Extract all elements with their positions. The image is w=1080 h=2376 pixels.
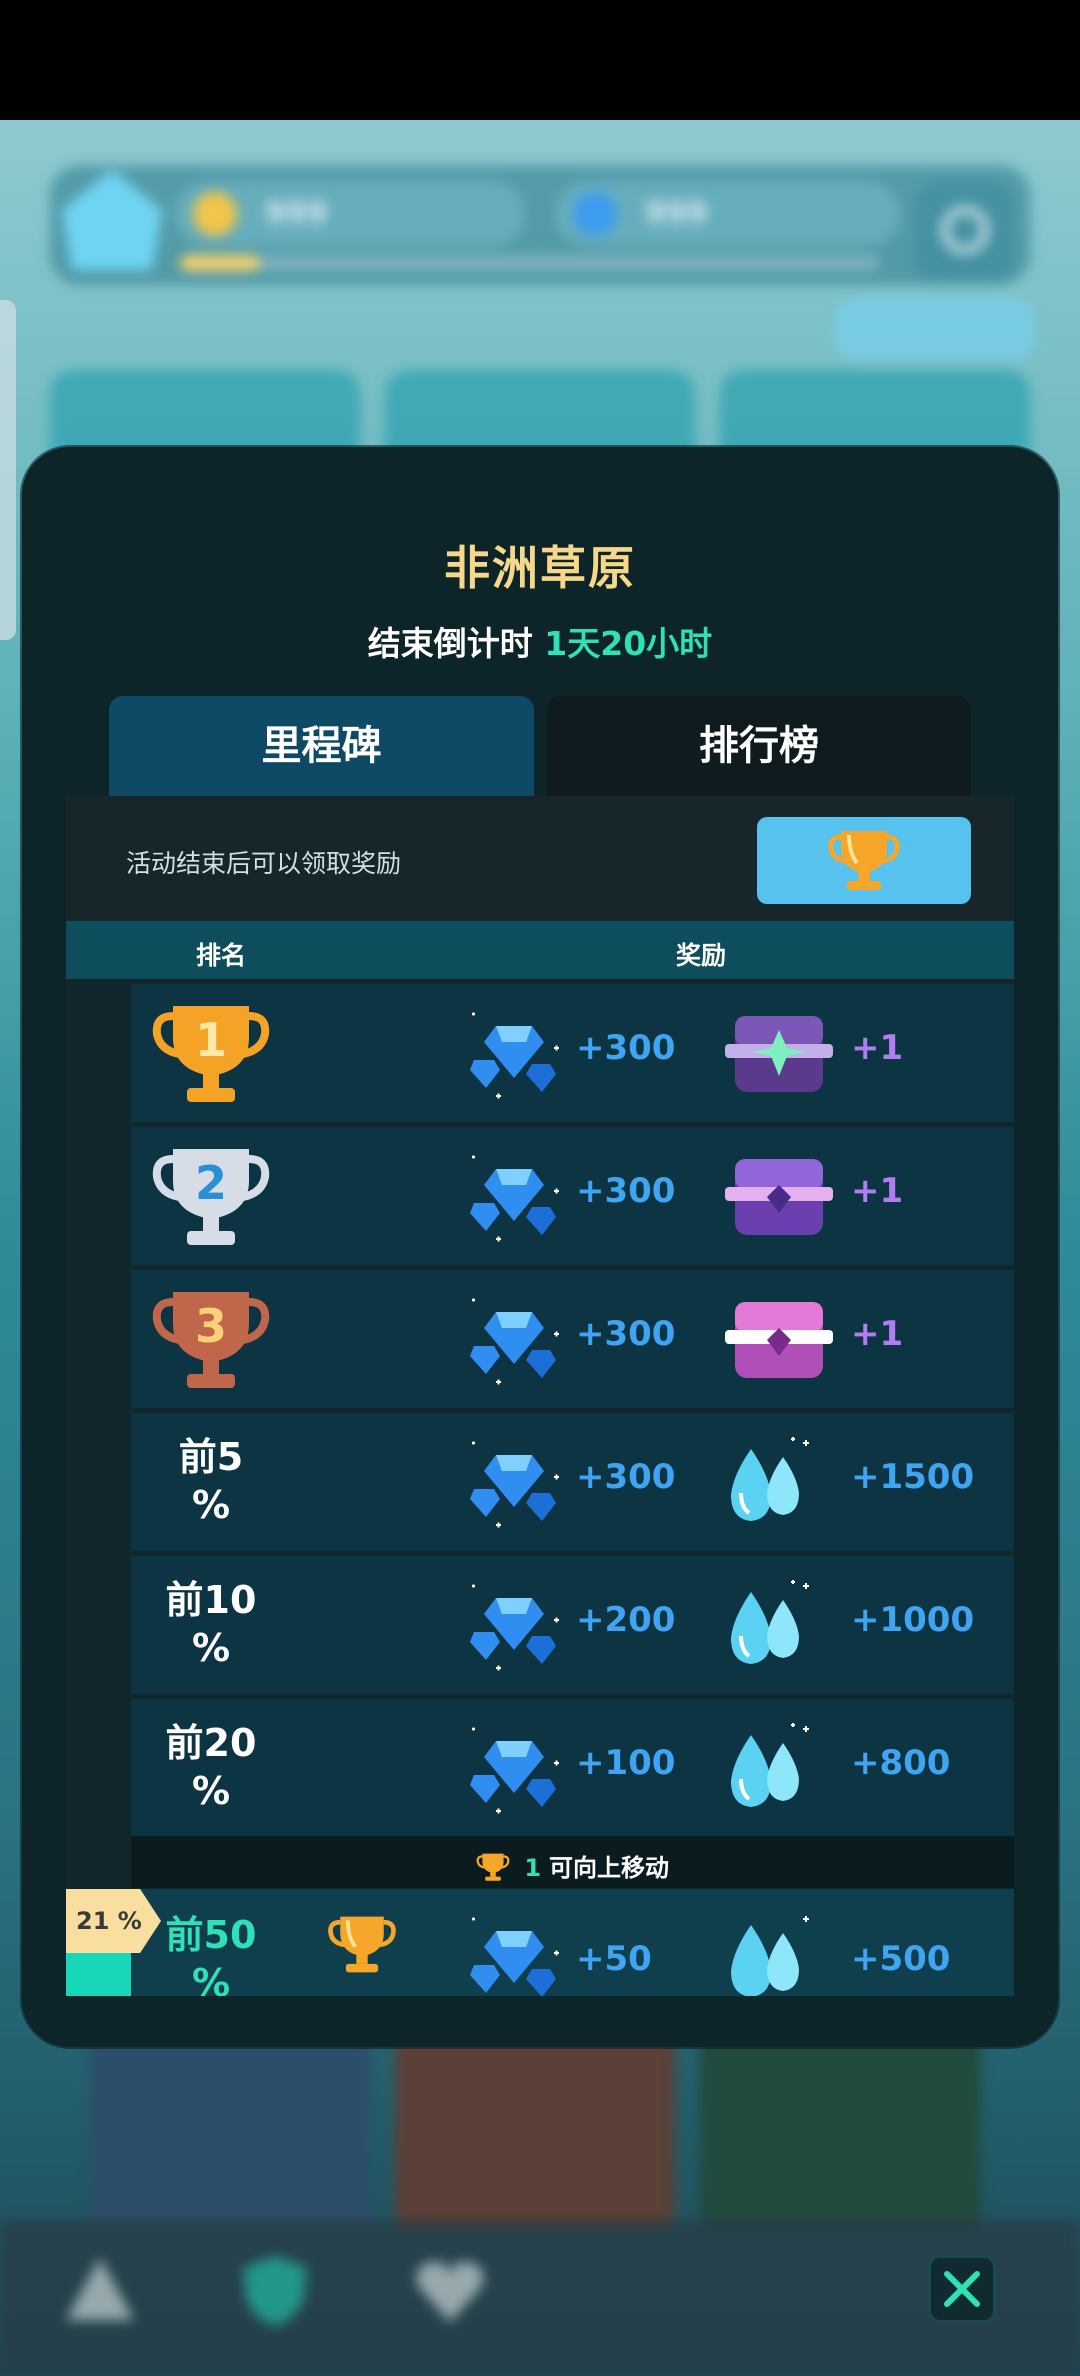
side-drawer-handle — [0, 300, 16, 640]
countdown: 结束倒计时 1天20小时 — [22, 617, 1058, 665]
blue-gem-icon — [470, 1584, 559, 1671]
my-rank-row: 21 % 前50 % +50 +500 — [66, 1889, 1014, 1996]
trophy-button[interactable] — [757, 817, 971, 904]
trophy-rank-number: 2 — [195, 1156, 227, 1210]
close-button[interactable] — [928, 2255, 996, 2323]
gem-reward-amount: +100 — [576, 1743, 676, 1783]
move-up-bar: 1 可向上移动 — [131, 1836, 1014, 1888]
water-drop-icon — [731, 1437, 809, 1521]
gem-reward-amount: +300 — [576, 1314, 676, 1354]
leaderboard-panel: 非洲草原 结束倒计时 1天20小时 里程碑 排行榜 活动结束后可以领取奖励 排名… — [22, 447, 1058, 2047]
tab-milestone[interactable]: 里程碑 — [109, 696, 534, 796]
triangle-nav-icon — [66, 2258, 134, 2320]
shield-nav-icon — [243, 2256, 307, 2326]
bg-resource-b: 999 — [555, 182, 900, 246]
move-up-text: 可向上移动 — [549, 1854, 670, 1882]
purple-star-chest-icon — [725, 1016, 833, 1092]
gem-reward-amount: +200 — [576, 1600, 676, 1640]
bg-hint-pill — [835, 298, 1035, 360]
table-row: 3 +300 +1 — [131, 1270, 1014, 1408]
water-drop-icon — [731, 1723, 809, 1807]
table-row: 前20 % +100 +800 — [131, 1699, 1014, 1837]
silver-trophy-icon: 2 — [152, 1149, 270, 1245]
bg-progress-bar — [180, 255, 880, 271]
purple-chest-icon — [725, 1159, 833, 1235]
pink-chest-icon — [725, 1302, 833, 1378]
leaderboard-content: 活动结束后可以领取奖励 排名 奖励 1 +300 +1 2 +300 +1 3 … — [66, 796, 1014, 1996]
item-reward-amount: +1 — [851, 1314, 904, 1354]
bg-resource-a: 999 — [175, 182, 525, 246]
gem-reward-amount: +300 — [576, 1028, 676, 1068]
countdown-label: 结束倒计时 — [367, 624, 533, 663]
blue-gem-icon — [470, 1298, 559, 1385]
blue-gem-icon — [470, 1917, 559, 1996]
table-row: 前5 % +300 +1500 — [131, 1413, 1014, 1551]
trophy-rank-number: 3 — [195, 1299, 227, 1353]
gear-icon — [940, 205, 990, 255]
gold-trophy-icon: 1 — [152, 1006, 270, 1102]
item-reward-amount: +1000 — [851, 1600, 975, 1640]
gem-icon — [573, 192, 617, 236]
table-header: 排名 奖励 — [66, 921, 1014, 979]
rank-label: 前10 % — [165, 1578, 257, 1670]
tab-leaderboard[interactable]: 排行榜 — [547, 696, 971, 796]
trophy-icon — [828, 831, 900, 890]
item-reward-amount: +800 — [851, 1743, 951, 1783]
blue-gem-icon — [470, 1727, 559, 1814]
table-row: 1 +300 +1 — [131, 984, 1014, 1122]
countdown-value: 1天20小时 — [544, 624, 713, 663]
water-drop-icon — [731, 1916, 809, 1996]
move-up-count: 1 — [524, 1854, 542, 1882]
my-gem-reward-amount: +50 — [576, 1939, 652, 1979]
gem-reward-amount: +300 — [576, 1171, 676, 1211]
close-icon — [944, 2271, 980, 2307]
table-row: 2 +300 +1 — [131, 1127, 1014, 1265]
blue-gem-icon — [470, 1012, 559, 1099]
settings-button — [915, 180, 1015, 280]
my-rank-label: 前50 % — [165, 1913, 257, 1996]
rank-label: 前20 % — [165, 1721, 257, 1813]
table-row: 前10 % +200 +1000 — [131, 1556, 1014, 1694]
small-trophy-icon — [476, 1853, 510, 1881]
trophy-rank-number: 1 — [195, 1013, 227, 1067]
blue-gem-icon — [470, 1155, 559, 1242]
heart-nav-icon — [416, 2261, 484, 2322]
item-reward-amount: +1500 — [851, 1457, 975, 1497]
item-reward-amount: +1 — [851, 1028, 904, 1068]
header-rank: 排名 — [196, 941, 247, 970]
blue-gem-icon — [470, 1441, 559, 1528]
gold-trophy-icon — [328, 1916, 396, 1973]
my-item-reward-amount: +500 — [851, 1939, 951, 1979]
coin-icon — [193, 192, 237, 236]
water-drop-icon — [731, 1580, 809, 1664]
notice-row: 活动结束后可以领取奖励 — [66, 796, 1014, 921]
bronze-trophy-icon: 3 — [152, 1292, 270, 1388]
header-reward: 奖励 — [676, 941, 727, 970]
panel-title: 非洲草原 — [444, 541, 636, 595]
bg-bottom-nav — [0, 2220, 1080, 2376]
item-reward-amount: +1 — [851, 1171, 904, 1211]
notice-text: 活动结束后可以领取奖励 — [126, 849, 402, 878]
rank-label: 前5 % — [178, 1435, 244, 1527]
gem-reward-amount: +300 — [576, 1457, 676, 1497]
